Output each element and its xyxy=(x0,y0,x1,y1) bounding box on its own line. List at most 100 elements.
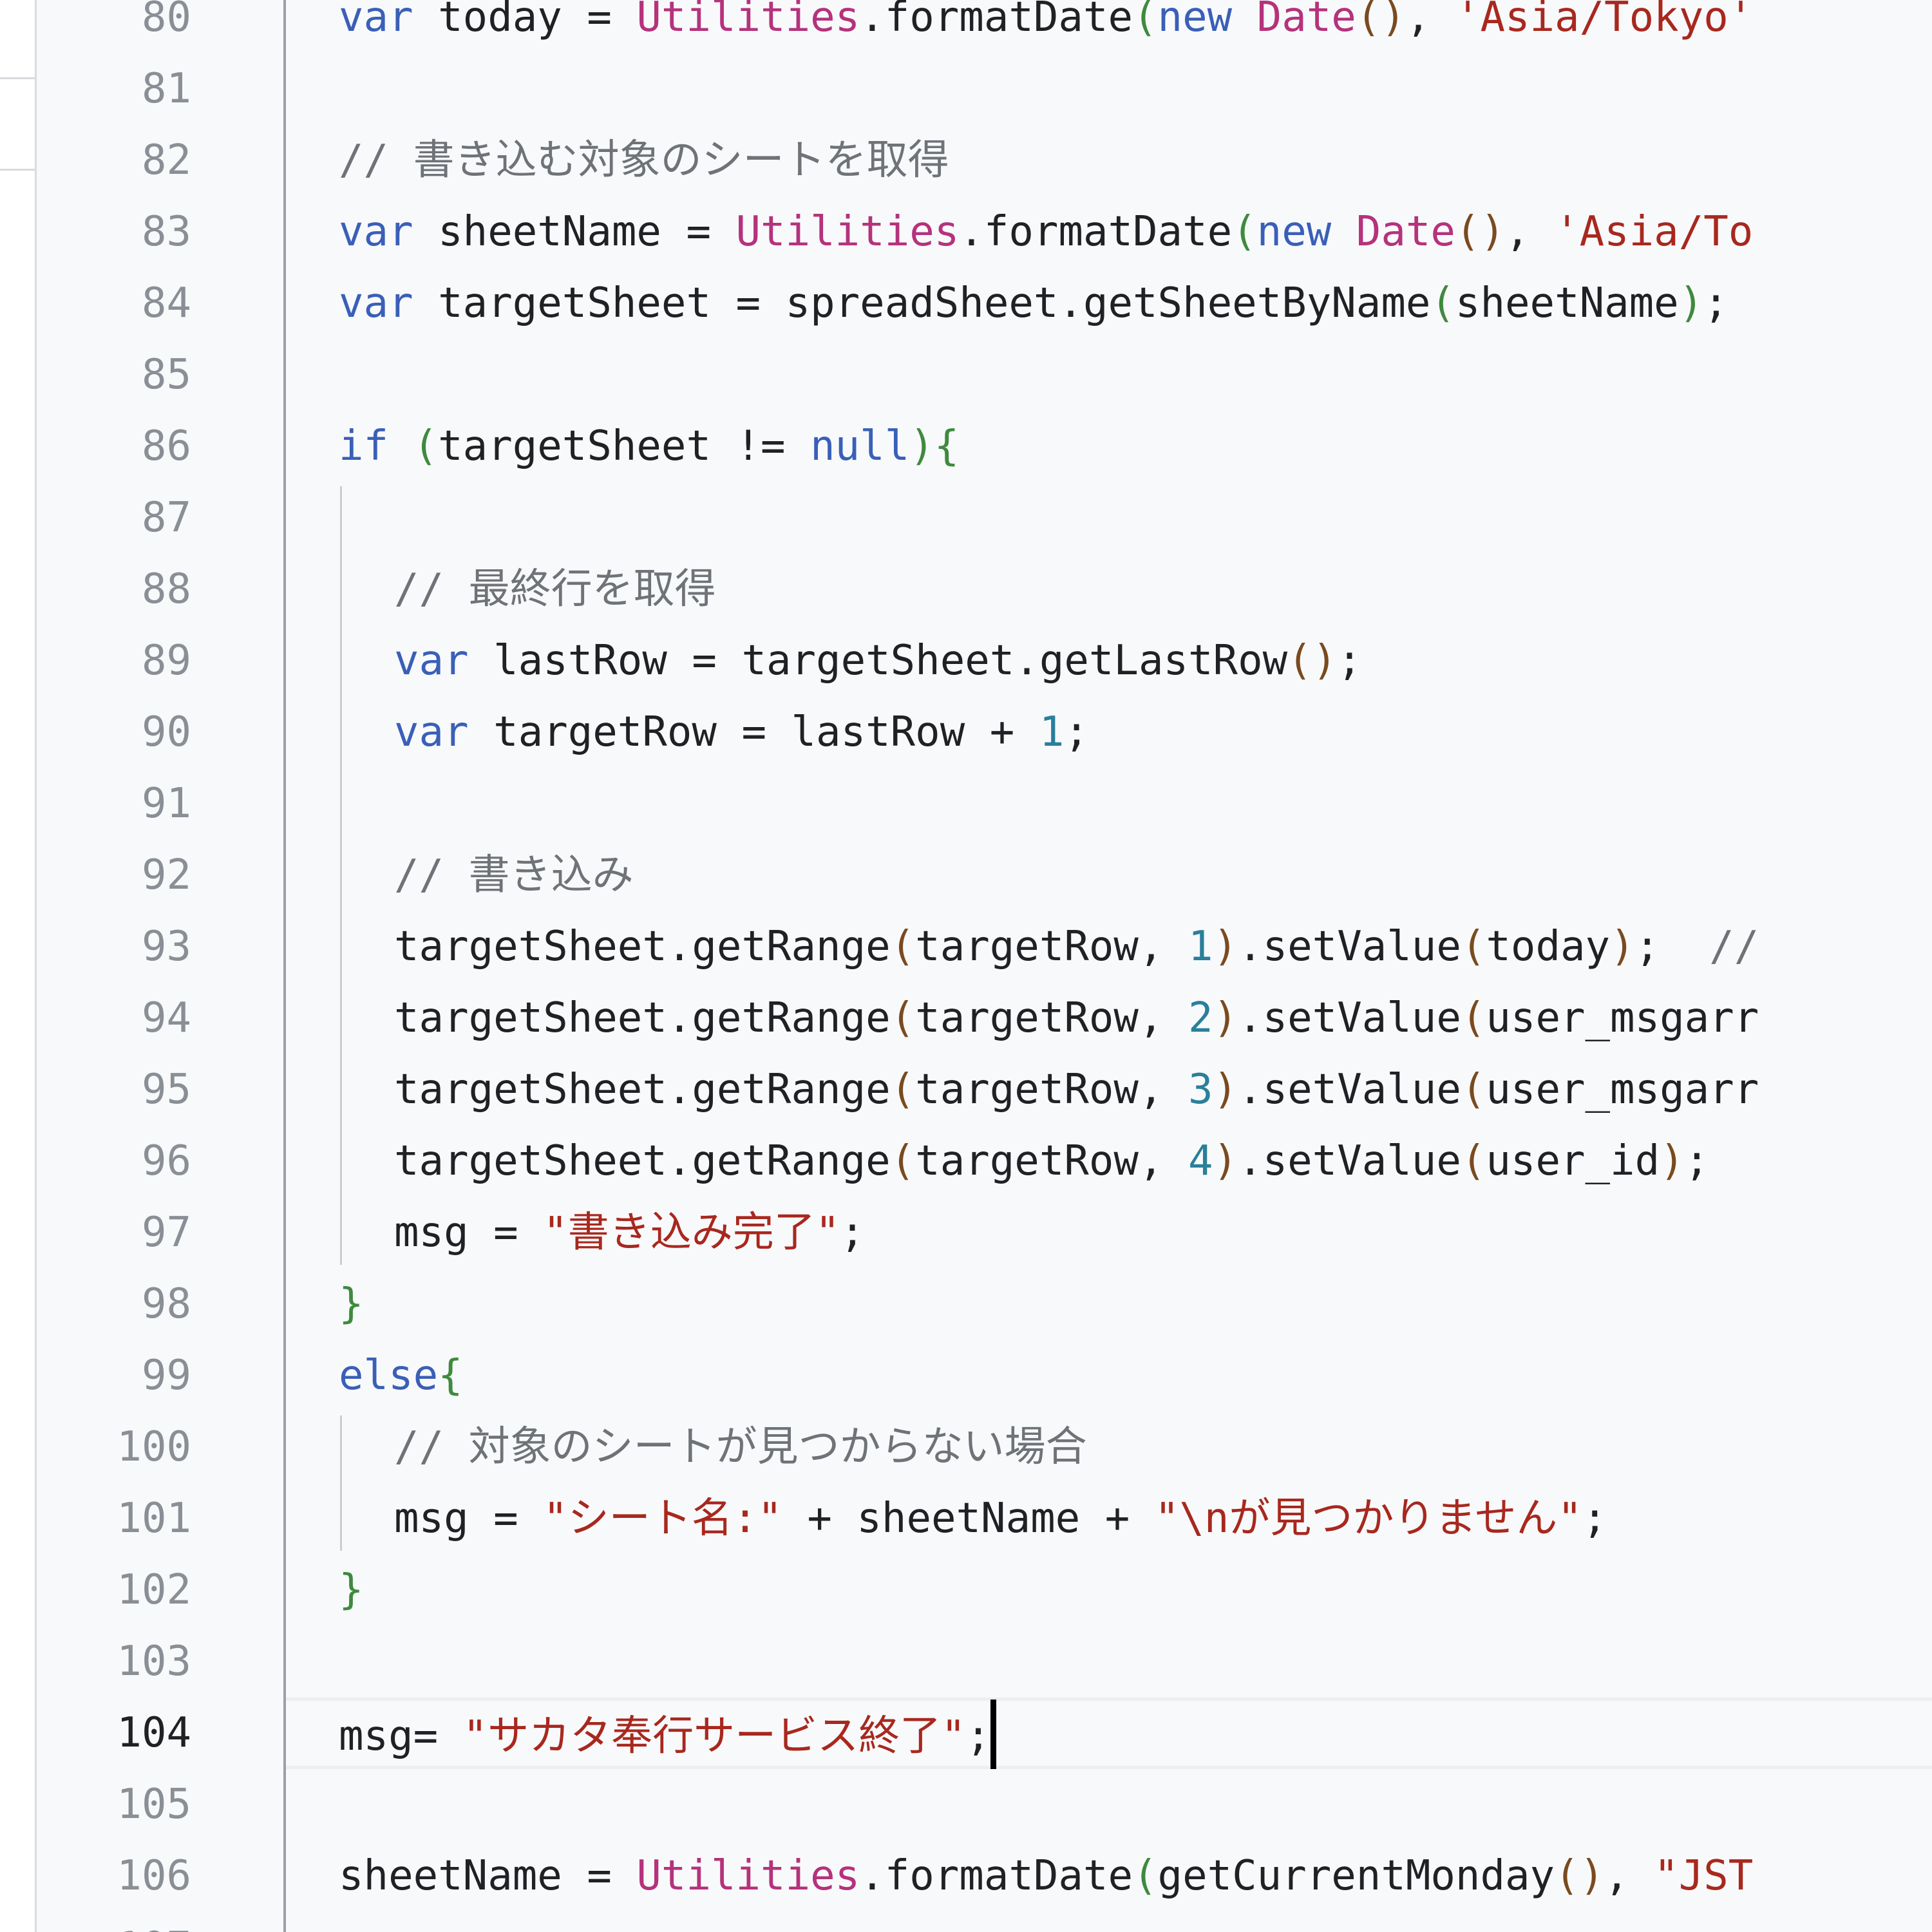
number-token: 1 xyxy=(1039,708,1065,756)
code-token: ; xyxy=(1634,923,1710,971)
number-token: 3 xyxy=(1188,1066,1213,1113)
line-number: 100 xyxy=(117,1423,191,1471)
code-token: ; xyxy=(1703,279,1728,327)
code-text: targetSheet.getRange(targetRow, 1).setVa… xyxy=(394,911,1759,983)
code-token: targetSheet != xyxy=(438,422,811,470)
line-number: 85 xyxy=(141,351,191,399)
bracket-token: ) xyxy=(1213,994,1238,1042)
identifier-token: Date xyxy=(1356,208,1455,256)
code-line[interactable] xyxy=(286,1912,1932,1932)
code-token: .formatDate xyxy=(860,1852,1133,1900)
keyword-token: var xyxy=(394,637,469,685)
code-line[interactable]: var lastRow = targetSheet.getLastRow(); xyxy=(286,625,1932,697)
code-text: targetSheet.getRange(targetRow, 2).setVa… xyxy=(394,983,1759,1054)
code-line[interactable]: var today = Utilities.formatDate(new Dat… xyxy=(286,0,1932,53)
string-token: 'Asia/Tokyo' xyxy=(1455,0,1754,41)
bracket-token: ) xyxy=(1660,1137,1685,1185)
code-token: msg = xyxy=(394,1495,544,1542)
code-token: sheetName xyxy=(1455,279,1679,327)
code-line[interactable]: // 書き込む対象のシートを取得 xyxy=(286,125,1932,196)
code-token: targetRow, xyxy=(915,1066,1188,1113)
code-line[interactable] xyxy=(286,1626,1932,1698)
code-text: var lastRow = targetSheet.getLastRow(); xyxy=(394,625,1362,697)
code-line[interactable]: targetSheet.getRange(targetRow, 2).setVa… xyxy=(286,983,1932,1054)
string-token: "書き込み完了" xyxy=(543,1209,840,1256)
line-number: 86 xyxy=(141,422,191,470)
code-text: var sheetName = Utilities.formatDate(new… xyxy=(339,196,1753,268)
code-line[interactable]: var targetRow = lastRow + 1; xyxy=(286,697,1932,768)
code-line[interactable]: targetSheet.getRange(targetRow, 3).setVa… xyxy=(286,1054,1932,1126)
code-token: , xyxy=(1405,0,1455,41)
bracket-token: ( xyxy=(1133,0,1158,41)
line-number: 102 xyxy=(117,1566,191,1614)
code-line[interactable] xyxy=(286,768,1932,840)
bracket-token: ( xyxy=(1232,208,1257,256)
line-number: 83 xyxy=(141,208,191,256)
line-number: 105 xyxy=(117,1781,191,1828)
line-number: 89 xyxy=(141,637,191,685)
code-token: .setValue xyxy=(1238,1066,1461,1113)
code-line[interactable]: // 書き込み xyxy=(286,840,1932,911)
code-line[interactable] xyxy=(286,1769,1932,1841)
line-number: 92 xyxy=(141,851,191,899)
code-line[interactable]: msg = "書き込み完了"; xyxy=(286,1197,1932,1269)
code-text: if (targetSheet != null){ xyxy=(339,411,959,482)
code-line[interactable]: // 最終行を取得 xyxy=(286,554,1932,625)
bracket-token: ( xyxy=(1461,994,1486,1042)
code-text: msg = "書き込み完了"; xyxy=(394,1197,865,1269)
current-code-line[interactable]: msg= "サカタ奉行サービス終了"; xyxy=(286,1698,1932,1769)
line-number: 88 xyxy=(141,565,191,613)
code-editor[interactable]: 80 81 82 83 84 85 86 87 88 89 90 91 92 93 94 95 96 97 98 99… xyxy=(0,0,1932,1932)
code-line[interactable]: // 対象のシートが見つからない場合 xyxy=(286,1412,1932,1483)
identifier-token: Date xyxy=(1256,0,1356,41)
code-token: targetRow, xyxy=(915,994,1188,1042)
bracket-token: { xyxy=(934,422,960,470)
code-text: targetSheet.getRange(targetRow, 4).setVa… xyxy=(394,1126,1709,1197)
bracket-token: } xyxy=(339,1280,364,1328)
bracket-token: ( xyxy=(890,994,916,1042)
code-token: targetRow, xyxy=(915,923,1188,971)
code-line[interactable]: } xyxy=(286,1555,1932,1626)
code-line[interactable]: sheetName = Utilities.formatDate(getCurr… xyxy=(286,1841,1932,1912)
comment-token: // 書き込み xyxy=(394,851,634,899)
code-line[interactable]: else{ xyxy=(286,1340,1932,1412)
string-token: "JST xyxy=(1654,1852,1754,1900)
code-text: msg = "シート名:" + sheetName + "\nが見つかりません"… xyxy=(394,1483,1607,1555)
bracket-token: () xyxy=(1356,0,1406,41)
code-text: // 最終行を取得 xyxy=(394,554,716,625)
keyword-token: var xyxy=(339,208,413,256)
code-text: var targetRow = lastRow + 1; xyxy=(394,697,1089,768)
code-line[interactable]: targetSheet.getRange(targetRow, 1).setVa… xyxy=(286,911,1932,983)
line-number: 94 xyxy=(141,994,191,1042)
code-line[interactable] xyxy=(286,53,1932,125)
keyword-token: var xyxy=(339,279,413,327)
identifier-token: Utilities xyxy=(735,208,960,256)
keyword-token: new xyxy=(1256,208,1332,256)
code-text: } xyxy=(339,1555,364,1626)
code-token: msg= xyxy=(339,1712,463,1760)
code-line[interactable]: var sheetName = Utilities.formatDate(new… xyxy=(286,196,1932,268)
line-number: 98 xyxy=(141,1280,191,1328)
line-number: 91 xyxy=(141,780,191,828)
code-token: .setValue xyxy=(1238,994,1461,1042)
code-line[interactable] xyxy=(286,482,1932,554)
line-number: 99 xyxy=(141,1352,191,1399)
bracket-token: ( xyxy=(890,923,916,971)
code-token: sheetName = xyxy=(413,208,736,256)
line-number: 103 xyxy=(117,1638,191,1685)
comment-token: // xyxy=(1709,923,1759,971)
code-line[interactable]: } xyxy=(286,1269,1932,1340)
identifier-token: Utilities xyxy=(636,0,860,41)
code-area[interactable]: var today = Utilities.formatDate(new Dat… xyxy=(286,0,1932,1932)
code-token: today xyxy=(1486,923,1611,971)
code-token: ; xyxy=(1337,637,1362,685)
code-line[interactable]: if (targetSheet != null){ xyxy=(286,411,1932,482)
code-text: // 対象のシートが見つからない場合 xyxy=(394,1412,1087,1483)
code-line[interactable]: var targetSheet = spreadSheet.getSheetBy… xyxy=(286,268,1932,339)
code-token: .formatDate xyxy=(860,0,1133,41)
code-line[interactable]: msg = "シート名:" + sheetName + "\nが見つかりません"… xyxy=(286,1483,1932,1555)
code-token: .setValue xyxy=(1238,923,1461,971)
code-line[interactable] xyxy=(286,339,1932,411)
code-line[interactable]: targetSheet.getRange(targetRow, 4).setVa… xyxy=(286,1126,1932,1197)
